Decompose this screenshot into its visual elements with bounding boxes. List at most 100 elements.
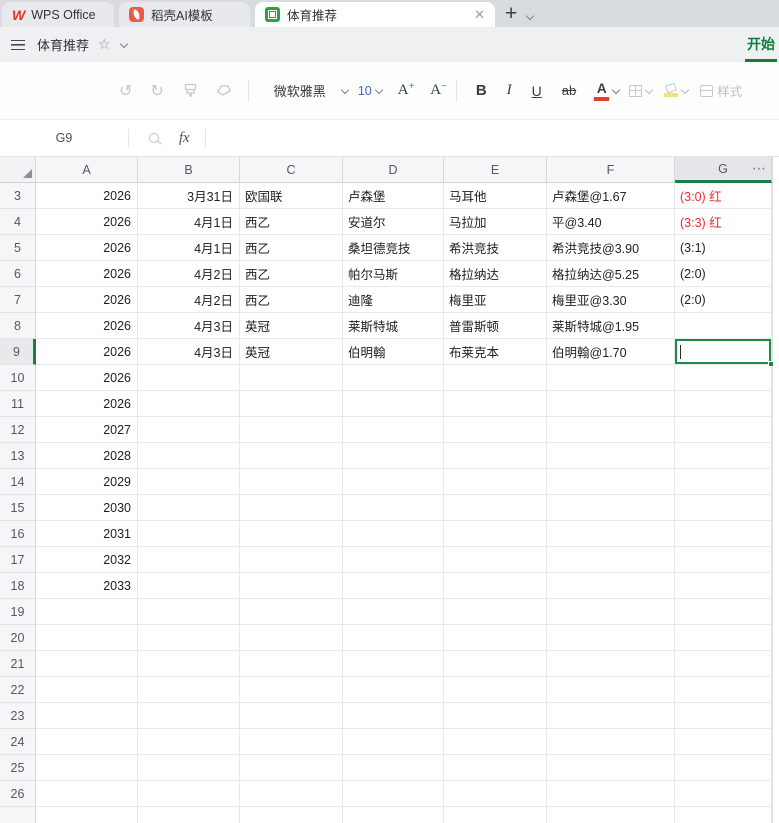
cell-F20[interactable] xyxy=(547,625,675,651)
cell-E26[interactable] xyxy=(444,781,547,807)
cell-F14[interactable] xyxy=(547,469,675,495)
cell-E8[interactable]: 普雷斯顿 xyxy=(444,313,547,339)
column-header-F[interactable]: F xyxy=(547,157,675,183)
cell-A16[interactable]: 2031 xyxy=(36,521,138,547)
cell-C7[interactable]: 西乙 xyxy=(240,287,343,313)
cell-name-box[interactable]: G9 xyxy=(0,131,128,145)
cell-E14[interactable] xyxy=(444,469,547,495)
cell-style-button[interactable]: 样式 xyxy=(717,81,742,100)
cell-B21[interactable] xyxy=(138,651,240,677)
bold-button[interactable]: B xyxy=(476,82,487,99)
row-header-11[interactable]: 11 xyxy=(0,391,36,417)
row-header-14[interactable]: 14 xyxy=(0,469,36,495)
cell-C27[interactable] xyxy=(240,807,343,823)
redo-icon[interactable]: ↻ xyxy=(150,81,163,101)
cell-G15[interactable] xyxy=(675,495,772,521)
row-header-5[interactable]: 5 xyxy=(0,235,36,261)
cell-B27[interactable] xyxy=(138,807,240,823)
row-header-10[interactable]: 10 xyxy=(0,365,36,391)
font-name-chevron-icon[interactable] xyxy=(340,85,350,94)
cell-E12[interactable] xyxy=(444,417,547,443)
cell-E19[interactable] xyxy=(444,599,547,625)
cell-B7[interactable]: 4月2日 xyxy=(138,287,240,313)
cell-E6[interactable]: 格拉纳达 xyxy=(444,261,547,287)
font-color-chevron-icon[interactable] xyxy=(612,85,621,94)
cell-D22[interactable] xyxy=(343,677,444,703)
cell-D7[interactable]: 迪隆 xyxy=(343,287,444,313)
ribbon-tab-home[interactable]: 开始 xyxy=(745,34,777,62)
cell-E7[interactable]: 梅里亚 xyxy=(444,287,547,313)
cell-C20[interactable] xyxy=(240,625,343,651)
underline-button[interactable]: U xyxy=(532,83,542,99)
cell-D24[interactable] xyxy=(343,729,444,755)
cell-C17[interactable] xyxy=(240,547,343,573)
row-header-25[interactable]: 25 xyxy=(0,755,36,781)
strikethrough-button[interactable]: ab xyxy=(562,83,576,98)
cell-C26[interactable] xyxy=(240,781,343,807)
cell-A7[interactable]: 2026 xyxy=(36,287,138,313)
fill-handle[interactable] xyxy=(768,361,774,367)
row-header-13[interactable]: 13 xyxy=(0,443,36,469)
cell-B16[interactable] xyxy=(138,521,240,547)
cell-F12[interactable] xyxy=(547,417,675,443)
cell-A20[interactable] xyxy=(36,625,138,651)
cell-A27[interactable] xyxy=(36,807,138,823)
cell-B22[interactable] xyxy=(138,677,240,703)
cell-D5[interactable]: 桑坦德竞技 xyxy=(343,235,444,261)
cell-C8[interactable]: 英冠 xyxy=(240,313,343,339)
cell-A11[interactable]: 2026 xyxy=(36,391,138,417)
cell-F26[interactable] xyxy=(547,781,675,807)
column-header-E[interactable]: E xyxy=(444,157,547,183)
cell-A17[interactable]: 2032 xyxy=(36,547,138,573)
cell-G8[interactable] xyxy=(675,313,772,339)
cell-F9[interactable]: 伯明翰@1.70 xyxy=(547,339,675,365)
font-size-select[interactable]: 10 xyxy=(358,84,372,98)
cell-B26[interactable] xyxy=(138,781,240,807)
cell-B3[interactable]: 3月31日 xyxy=(138,183,240,209)
main-menu-icon[interactable] xyxy=(11,39,25,50)
undo-icon[interactable]: ↺ xyxy=(119,81,132,101)
font-name-select[interactable]: 微软雅黑 xyxy=(264,81,336,100)
cell-F27[interactable] xyxy=(547,807,675,823)
row-header-15[interactable]: 15 xyxy=(0,495,36,521)
cell-D6[interactable]: 帕尔马斯 xyxy=(343,261,444,287)
select-all-corner[interactable] xyxy=(0,157,36,183)
cell-B15[interactable] xyxy=(138,495,240,521)
row-header-22[interactable]: 22 xyxy=(0,677,36,703)
cell-C18[interactable] xyxy=(240,573,343,599)
cell-G10[interactable] xyxy=(675,365,772,391)
cell-G5[interactable]: (3:1) xyxy=(675,235,772,261)
cell-B18[interactable] xyxy=(138,573,240,599)
font-size-chevron-icon[interactable] xyxy=(374,85,383,94)
cell-D12[interactable] xyxy=(343,417,444,443)
cell-A4[interactable]: 2026 xyxy=(36,209,138,235)
cell-G25[interactable] xyxy=(675,755,772,781)
cell-D8[interactable]: 莱斯特城 xyxy=(343,313,444,339)
cell-B11[interactable] xyxy=(138,391,240,417)
cell-B4[interactable]: 4月1日 xyxy=(138,209,240,235)
cell-F3[interactable]: 卢森堡@1.67 xyxy=(547,183,675,209)
cell-A12[interactable]: 2027 xyxy=(36,417,138,443)
cell-F7[interactable]: 梅里亚@3.30 xyxy=(547,287,675,313)
close-tab-icon[interactable]: ✕ xyxy=(474,7,485,23)
cell-G26[interactable] xyxy=(675,781,772,807)
cell-E23[interactable] xyxy=(444,703,547,729)
row-header-16[interactable]: 16 xyxy=(0,521,36,547)
cell-F19[interactable] xyxy=(547,599,675,625)
cell-G12[interactable] xyxy=(675,417,772,443)
cell-G19[interactable] xyxy=(675,599,772,625)
cell-D17[interactable] xyxy=(343,547,444,573)
cell-B9[interactable]: 4月3日 xyxy=(138,339,240,365)
cell-A8[interactable]: 2026 xyxy=(36,313,138,339)
tab-list-chevron-icon[interactable] xyxy=(526,11,535,21)
cell-D18[interactable] xyxy=(343,573,444,599)
cell-C10[interactable] xyxy=(240,365,343,391)
cell-E25[interactable] xyxy=(444,755,547,781)
cell-G7[interactable]: (2:0) xyxy=(675,287,772,313)
cell-G11[interactable] xyxy=(675,391,772,417)
tab-sports-recommendation[interactable]: 体育推荐 ✕ xyxy=(255,2,495,27)
row-header-9[interactable]: 9 xyxy=(0,339,36,365)
cell-F23[interactable] xyxy=(547,703,675,729)
cell-C15[interactable] xyxy=(240,495,343,521)
cell-C12[interactable] xyxy=(240,417,343,443)
